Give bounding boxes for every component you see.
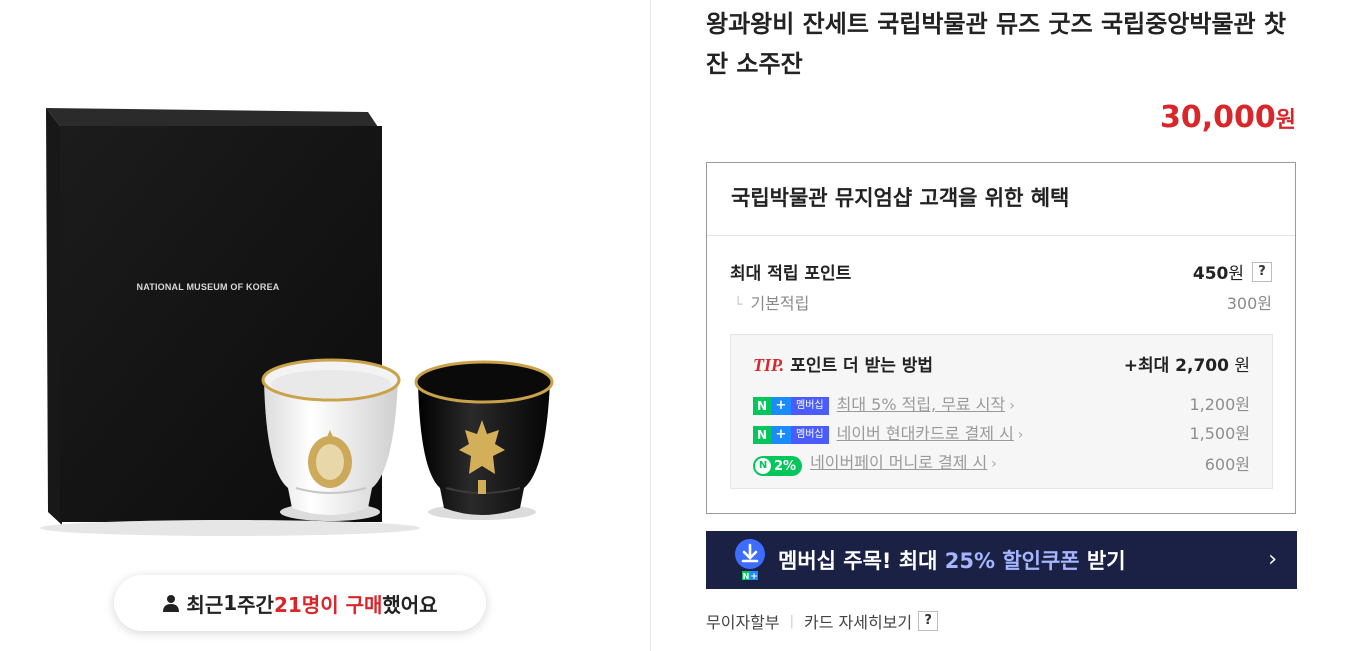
buyers-prefix: 최근 bbox=[186, 592, 224, 617]
installment-link[interactable]: 무이자할부 bbox=[706, 609, 780, 633]
product-image-panel[interactable]: NATIONAL MUSEUM OF KOREA 최근 1 주간 21명이 구매 … bbox=[0, 0, 650, 651]
svg-text:+: + bbox=[750, 572, 758, 582]
buyers-period: 주간 bbox=[237, 592, 274, 617]
card-detail-link[interactable]: 카드 자세히보기 bbox=[804, 609, 912, 633]
price-value: 30,000 bbox=[1159, 100, 1276, 135]
divider: | bbox=[789, 613, 794, 629]
max-point-amount: 450원 ? bbox=[1193, 259, 1272, 284]
tip-item-membership[interactable]: N + 멤버십 최대 5% 적립, 무료 시작 › 1,200원 bbox=[753, 391, 1250, 415]
benefit-heading: 국립박물관 뮤지엄샵 고객을 위한 혜택 bbox=[707, 163, 1295, 236]
basic-point-value: 300원 bbox=[1226, 294, 1272, 313]
help-icon[interactable]: ? bbox=[918, 611, 939, 631]
naver-plus-membership-badge: N + 멤버십 bbox=[753, 396, 829, 415]
chevron-right-icon: › bbox=[1017, 427, 1024, 443]
max-point-unit: 원 bbox=[1228, 264, 1244, 284]
max-point-row: 최대 적립 포인트 450원 ? bbox=[730, 259, 1272, 284]
banner-text: 멤버십 주목! 최대 25% 할인쿠폰 받기 bbox=[778, 549, 1126, 573]
recent-buyers-pill: 최근 1 주간 21명이 구매 했어요 bbox=[114, 575, 486, 631]
help-icon[interactable]: ? bbox=[1252, 261, 1272, 282]
person-icon bbox=[163, 595, 180, 612]
tip-item-link[interactable]: 네이버 현대카드로 결제 시 bbox=[837, 424, 1014, 443]
box-brand-label: NATIONAL MUSEUM OF KOREA bbox=[136, 282, 280, 292]
product-title: 왕과왕비 잔세트 국립박물관 뮤즈 굿즈 국립중앙박물관 찻잔 소주잔 bbox=[706, 10, 1287, 78]
tip-item-value: 600원 bbox=[1204, 454, 1250, 474]
membership-coupon-banner[interactable]: N + 멤버십 주목! 최대 25% 할인쿠폰 받기 › bbox=[706, 531, 1297, 589]
tip-header: TIP. 포인트 더 받는 방법 +최대 2,700 원 bbox=[753, 351, 1250, 376]
tip-box: TIP. 포인트 더 받는 방법 +최대 2,700 원 N + 멤버십 최대 5% 적… bbox=[730, 334, 1273, 489]
panel-divider bbox=[650, 0, 651, 651]
svg-text:N: N bbox=[743, 572, 750, 581]
max-point-value: 450 bbox=[1192, 264, 1229, 284]
chevron-right-icon: › bbox=[1268, 547, 1277, 572]
tip-item-link[interactable]: 네이버페이 머니로 결제 시 bbox=[810, 453, 987, 472]
tip-max-prefix: +최대 bbox=[1123, 356, 1176, 376]
naver-plus-membership-badge: N + 멤버십 bbox=[753, 425, 829, 444]
tip-item-value: 1,500원 bbox=[1189, 424, 1250, 443]
naverpay-badge: N 2% bbox=[753, 456, 803, 476]
product-photo bbox=[40, 108, 554, 536]
tip-max-value: 2,700 bbox=[1175, 356, 1229, 376]
buyers-week-number: 1 bbox=[223, 591, 238, 615]
chevron-right-icon: › bbox=[1009, 398, 1015, 414]
chevron-right-icon: › bbox=[991, 456, 997, 472]
buyers-count: 21명이 구매 bbox=[273, 592, 383, 617]
basic-point-row: └ 기본적립 300원 bbox=[730, 290, 1272, 314]
buyers-suffix: 했어요 bbox=[382, 592, 438, 617]
tip-item-value: 1,200원 bbox=[1189, 395, 1250, 414]
price-unit: 원 bbox=[1275, 108, 1296, 133]
indent-icon: └ bbox=[734, 297, 743, 313]
banner-highlight: 25% 할인쿠폰 bbox=[944, 549, 1080, 573]
product-price: 30,000원 bbox=[1160, 100, 1296, 135]
download-icon: N + bbox=[735, 539, 765, 582]
tip-label: TIP. bbox=[753, 355, 785, 375]
tip-item-link[interactable]: 최대 5% 적립, 무료 시작 bbox=[837, 395, 1006, 414]
tip-max-unit: 원 bbox=[1228, 356, 1250, 376]
benefit-box: 국립박물관 뮤지엄샵 고객을 위한 혜택 최대 적립 포인트 450원 ? └ 기… bbox=[706, 162, 1296, 514]
max-point-label: 최대 적립 포인트 bbox=[730, 264, 852, 284]
tip-max: +최대 2,700 원 bbox=[1124, 351, 1250, 376]
tip-item-naverpay[interactable]: N 2% 네이버페이 머니로 결제 시 › 600원 bbox=[753, 449, 1250, 476]
basic-point-label: 기본적립 bbox=[750, 294, 810, 313]
tip-item-hyundai-card[interactable]: N + 멤버십 네이버 현대카드로 결제 시 › 1,500원 bbox=[753, 420, 1250, 444]
tip-title: 포인트 더 받는 방법 bbox=[790, 356, 934, 376]
payment-footer: 무이자할부 | 카드 자세히보기 ? bbox=[706, 609, 939, 633]
